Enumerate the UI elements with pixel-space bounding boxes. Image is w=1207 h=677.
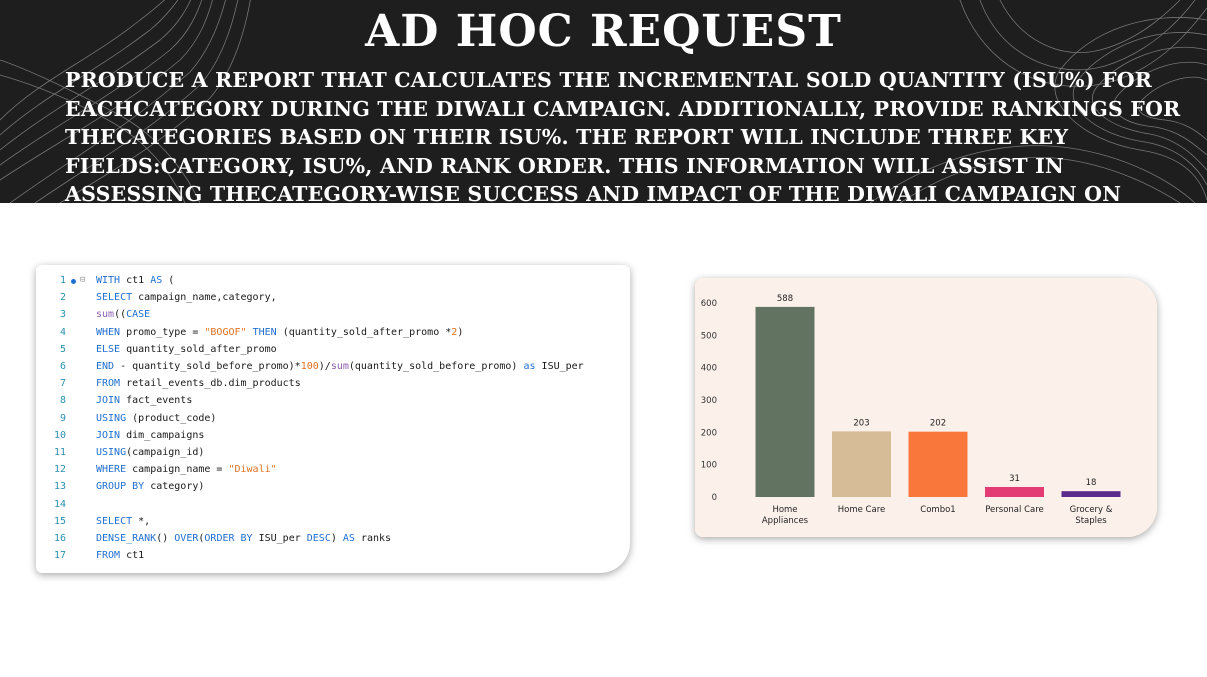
line-number: 11 [53, 447, 66, 458]
breakpoint-dot-icon [71, 279, 76, 284]
code-text: WHERE campaign_name = "Diwali" [96, 464, 277, 476]
y-tick-label: 600 [701, 299, 717, 309]
code-text: JOIN dim_campaigns [96, 429, 205, 441]
x-tick-label: Home Care [838, 505, 886, 515]
code-text: ELSE quantity_sold_after_promo [96, 343, 277, 355]
line-number: 8 [59, 395, 66, 407]
y-tick-label: 500 [701, 331, 717, 341]
data-label: 31 [1009, 474, 1020, 484]
code-line: 2 SELECT campaign_name,category, [36, 292, 630, 309]
code-text: sum((CASE [96, 309, 151, 321]
page-title: AD HOC REQUEST [365, 6, 842, 57]
code-text: GROUP BY category) [96, 481, 205, 493]
isu-bar-chart: 0 100 200 300 400 500 600 588 HomeAppliances 203 H… [695, 278, 1157, 537]
line-number: 4 [59, 326, 66, 338]
line-number: 16 [53, 533, 66, 544]
x-tick-label: Combo1 [920, 505, 955, 515]
data-label: 203 [853, 418, 869, 428]
x-tick-label: Personal Care [985, 505, 1044, 515]
line-number: 9 [59, 412, 66, 424]
y-tick-label: 100 [701, 461, 717, 471]
code-text: SELECT *, [96, 515, 151, 527]
code-text: USING(campaign_id) [96, 447, 205, 458]
code-line: 12 WHERE campaign_name = "Diwali" [36, 464, 630, 481]
line-number: 2 [59, 292, 66, 304]
line-number: 1 [59, 275, 66, 286]
bar [755, 306, 815, 497]
line-number: 15 [53, 515, 66, 527]
line-number: 12 [53, 464, 66, 476]
data-label: 18 [1086, 478, 1097, 488]
line-number: 10 [53, 429, 66, 441]
code-text: SELECT campaign_name,category, [96, 292, 277, 304]
code-line: 4 WHEN promo_type = "BOGOF" THEN (quantit… [36, 327, 630, 344]
sql-code-panel: 1 ⊟ WITH ct1 AS ( 2 SELECT campaign_name,cat… [36, 265, 630, 573]
code-line: 13 GROUP BY category) [36, 481, 630, 498]
code-line: 1 ⊟ WITH ct1 AS ( [36, 275, 630, 292]
code-line: 17 FROM ct1 [36, 550, 630, 567]
x-tick-label: Grocery & [1070, 505, 1113, 515]
fold-toggle-icon[interactable]: ⊟ [80, 275, 94, 285]
code-line: 9 USING (product_code) [36, 413, 630, 430]
y-tick-label: 400 [701, 364, 717, 374]
y-tick-label: 200 [701, 428, 717, 438]
line-number: 13 [53, 481, 66, 493]
code-line: 5 ELSE quantity_sold_after_promo [36, 344, 630, 361]
code-text: USING (product_code) [96, 412, 217, 424]
code-line: 10 JOIN dim_campaigns [36, 430, 630, 447]
line-number: 17 [53, 550, 66, 562]
line-number: 6 [59, 361, 66, 372]
code-text: WITH ct1 AS ( [96, 275, 175, 286]
line-number: 3 [59, 309, 66, 321]
code-text: DENSE_RANK() OVER(ORDER BY ISU_per DESC)… [96, 533, 392, 544]
code-line: 3 sum((CASE [36, 309, 630, 326]
code-line: 16 DENSE_RANK() OVER(ORDER BY ISU_per DES… [36, 533, 630, 550]
code-line: 14 [36, 499, 630, 516]
isu-bar-chart-panel: 0 100 200 300 400 500 600 588 Home Appliances 203 H… [695, 278, 1157, 537]
code-line: 7 FROM retail_events_db.dim_products [36, 378, 630, 395]
line-number: 14 [53, 498, 66, 510]
request-description: Produce a report that calculates the Inc… [65, 68, 1181, 203]
y-tick-label: 0 [712, 493, 717, 503]
code-text: WHEN promo_type = "BOGOF" THEN (quantity… [96, 326, 464, 338]
code-line: 15 SELECT *, [36, 516, 630, 533]
line-number: 7 [59, 378, 66, 390]
code-text: END - quantity_sold_before_promo)*100)/s… [96, 361, 584, 372]
x-tick-label: Home [772, 505, 797, 515]
code-line: 11 USING(campaign_id) [36, 447, 630, 464]
code-text: FROM ct1 [96, 550, 145, 562]
bar [908, 431, 968, 497]
code-text: JOIN fact_events [96, 395, 193, 407]
header-banner: AD HOC REQUEST Produce a report that cal… [0, 0, 1207, 203]
code-line: 8 JOIN fact_events [36, 395, 630, 412]
bar [832, 431, 891, 497]
data-label: 202 [930, 419, 946, 429]
code-text: FROM retail_events_db.dim_products [96, 378, 301, 390]
bar [985, 486, 1044, 497]
line-number: 5 [59, 343, 66, 355]
x-tick-label: Appliances [762, 516, 809, 526]
y-tick-label: 300 [701, 396, 717, 406]
code-line: 6 END - quantity_sold_before_promo)*100)/… [36, 361, 630, 378]
data-label: 588 [777, 294, 793, 304]
x-tick-label: Staples [1075, 516, 1107, 526]
bar [1061, 491, 1121, 497]
